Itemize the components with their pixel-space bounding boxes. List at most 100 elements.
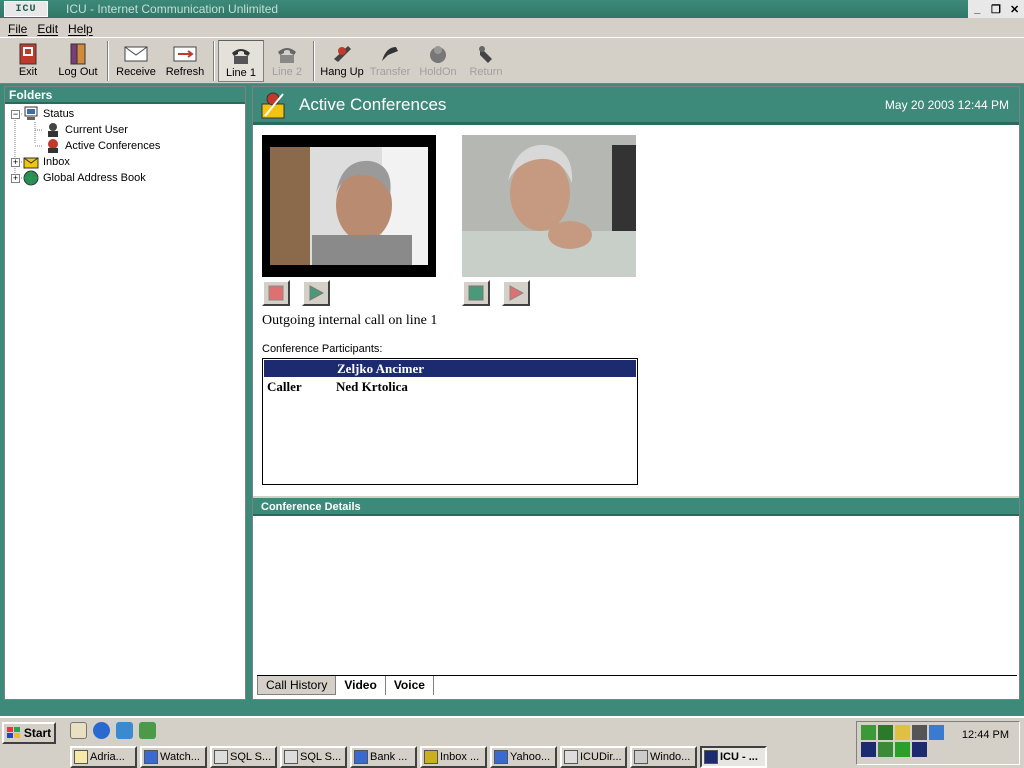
participant-row[interactable]: Zeljko Ancimer xyxy=(264,360,636,377)
media-player-icon[interactable] xyxy=(139,722,156,739)
task-button[interactable]: Yahoo... xyxy=(490,746,557,768)
participant-role: Caller xyxy=(267,379,302,394)
tree-item-current-user[interactable]: Current User xyxy=(45,122,128,138)
folder-icon xyxy=(74,750,88,764)
title-bar[interactable]: ICU ICU - Internet Communication Unlimit… xyxy=(0,0,1024,18)
toolbar-separator xyxy=(213,41,215,81)
clock: 12:44 PM xyxy=(961,729,1009,741)
tab-video[interactable]: Video xyxy=(336,676,386,695)
start-button[interactable]: Start xyxy=(2,722,56,744)
show-desktop-icon[interactable] xyxy=(70,722,87,739)
menu-file[interactable]: File xyxy=(8,22,27,36)
folders-panel: Folders − Status Current User Active Con… xyxy=(4,86,246,700)
tree-item-global-address-book[interactable]: + Global Address Book xyxy=(11,170,146,186)
exit-label: Exit xyxy=(18,66,38,78)
task-button[interactable]: ICUDir... xyxy=(560,746,627,768)
task-button[interactable]: Windo... xyxy=(630,746,697,768)
logout-button[interactable]: Log Out xyxy=(52,40,104,82)
task-button[interactable]: SQL S... xyxy=(280,746,347,768)
participants-list[interactable]: Zeljko Ancimer Caller Ned Krtolica xyxy=(262,358,638,485)
refresh-button[interactable]: Refresh xyxy=(160,40,210,82)
users-icon[interactable] xyxy=(878,742,893,757)
close-button[interactable]: ✕ xyxy=(1008,3,1022,16)
stop-icon xyxy=(468,285,484,301)
line2-label: Line 2 xyxy=(272,66,302,78)
tree-item-status[interactable]: − Status xyxy=(11,106,74,122)
transfer-button[interactable]: Transfer xyxy=(366,40,414,82)
video2-play-button[interactable] xyxy=(502,280,530,306)
line2-button[interactable]: Line 2 xyxy=(264,40,310,82)
return-icon xyxy=(473,42,499,66)
holdon-button[interactable]: HoldOn xyxy=(414,40,462,82)
icu-tray-icon[interactable] xyxy=(861,742,876,757)
windows-logo-icon xyxy=(6,727,20,738)
task-label: ICUDir... xyxy=(580,751,622,763)
call-status-text: Outgoing internal call on line 1 xyxy=(262,313,438,328)
tree-label: Current User xyxy=(65,124,128,136)
participant-row[interactable]: Caller Ned Krtolica xyxy=(263,378,637,396)
computer-icon xyxy=(24,106,38,120)
browser-icon xyxy=(144,750,158,764)
task-button[interactable]: Adria... xyxy=(70,746,137,768)
task-button[interactable]: Inbox ... xyxy=(420,746,487,768)
menu-edit[interactable]: Edit xyxy=(37,22,58,36)
connection-icon[interactable] xyxy=(929,725,944,740)
restore-button[interactable]: ❐ xyxy=(989,3,1003,16)
sql-icon xyxy=(284,750,298,764)
video2-stop-button[interactable] xyxy=(462,280,490,306)
expand-icon[interactable]: + xyxy=(11,173,20,183)
details-tabs: Call History Video Voice xyxy=(257,675,1017,695)
tree-label: Global Address Book xyxy=(43,172,146,184)
task-button[interactable]: Watch... xyxy=(140,746,207,768)
icu-tray-icon[interactable] xyxy=(912,742,927,757)
menu-bar: File Edit Help xyxy=(0,20,1024,38)
task-button[interactable]: Bank ... xyxy=(350,746,417,768)
tree-label: Inbox xyxy=(43,156,70,168)
participants-label: Conference Participants: xyxy=(262,343,383,355)
receive-button[interactable]: Receive xyxy=(112,40,160,82)
network-icon[interactable] xyxy=(861,725,876,740)
return-label: Return xyxy=(469,66,503,78)
volume-icon[interactable] xyxy=(895,725,910,740)
tab-call-history[interactable]: Call History xyxy=(257,676,337,695)
receive-label: Receive xyxy=(116,66,156,78)
play-icon xyxy=(509,285,524,301)
phone-icon xyxy=(274,42,300,66)
status-icon[interactable] xyxy=(895,742,910,757)
outlook-express-icon[interactable] xyxy=(116,722,133,739)
expand-icon[interactable]: + xyxy=(11,157,20,167)
inbox-icon xyxy=(23,157,39,169)
tab-voice[interactable]: Voice xyxy=(386,676,434,695)
main-panel: Active Conferences May 20 2003 12:44 PM xyxy=(252,86,1020,700)
sql-icon xyxy=(214,750,228,764)
tree-item-inbox[interactable]: + Inbox xyxy=(11,154,70,170)
minimize-button[interactable]: _ xyxy=(970,3,984,15)
task-button[interactable]: SQL S... xyxy=(210,746,277,768)
exit-button[interactable]: Exit xyxy=(4,40,52,82)
menu-help[interactable]: Help xyxy=(68,22,93,36)
task-button-active[interactable]: ICU - ... xyxy=(700,746,767,768)
video1-play-button[interactable] xyxy=(302,280,330,306)
task-label: Yahoo... xyxy=(510,751,551,763)
quick-launch xyxy=(70,722,156,739)
stop-icon xyxy=(268,285,284,301)
video1-stop-button[interactable] xyxy=(262,280,290,306)
monitor-icon[interactable] xyxy=(912,725,927,740)
tree-label: Status xyxy=(43,108,75,120)
return-button[interactable]: Return xyxy=(462,40,510,82)
holdon-label: HoldOn xyxy=(419,66,457,78)
tray-icons xyxy=(861,725,957,757)
internet-explorer-icon[interactable] xyxy=(93,722,110,739)
system-tray: 12:44 PM xyxy=(856,721,1020,765)
play-icon xyxy=(309,285,324,301)
line1-button[interactable]: Line 1 xyxy=(218,40,264,82)
participant-name: Ned Krtolica xyxy=(336,379,408,394)
tree-item-active-conferences[interactable]: Active Conferences xyxy=(45,138,160,154)
participant-name: Zeljko Ancimer xyxy=(337,360,425,376)
collapse-icon[interactable]: − xyxy=(11,109,20,119)
sync-icon[interactable] xyxy=(878,725,893,740)
hangup-button[interactable]: Hang Up xyxy=(318,40,366,82)
tree-label: Active Conferences xyxy=(65,140,161,152)
exit-icon xyxy=(15,42,41,66)
video-frame-caller xyxy=(462,135,636,277)
